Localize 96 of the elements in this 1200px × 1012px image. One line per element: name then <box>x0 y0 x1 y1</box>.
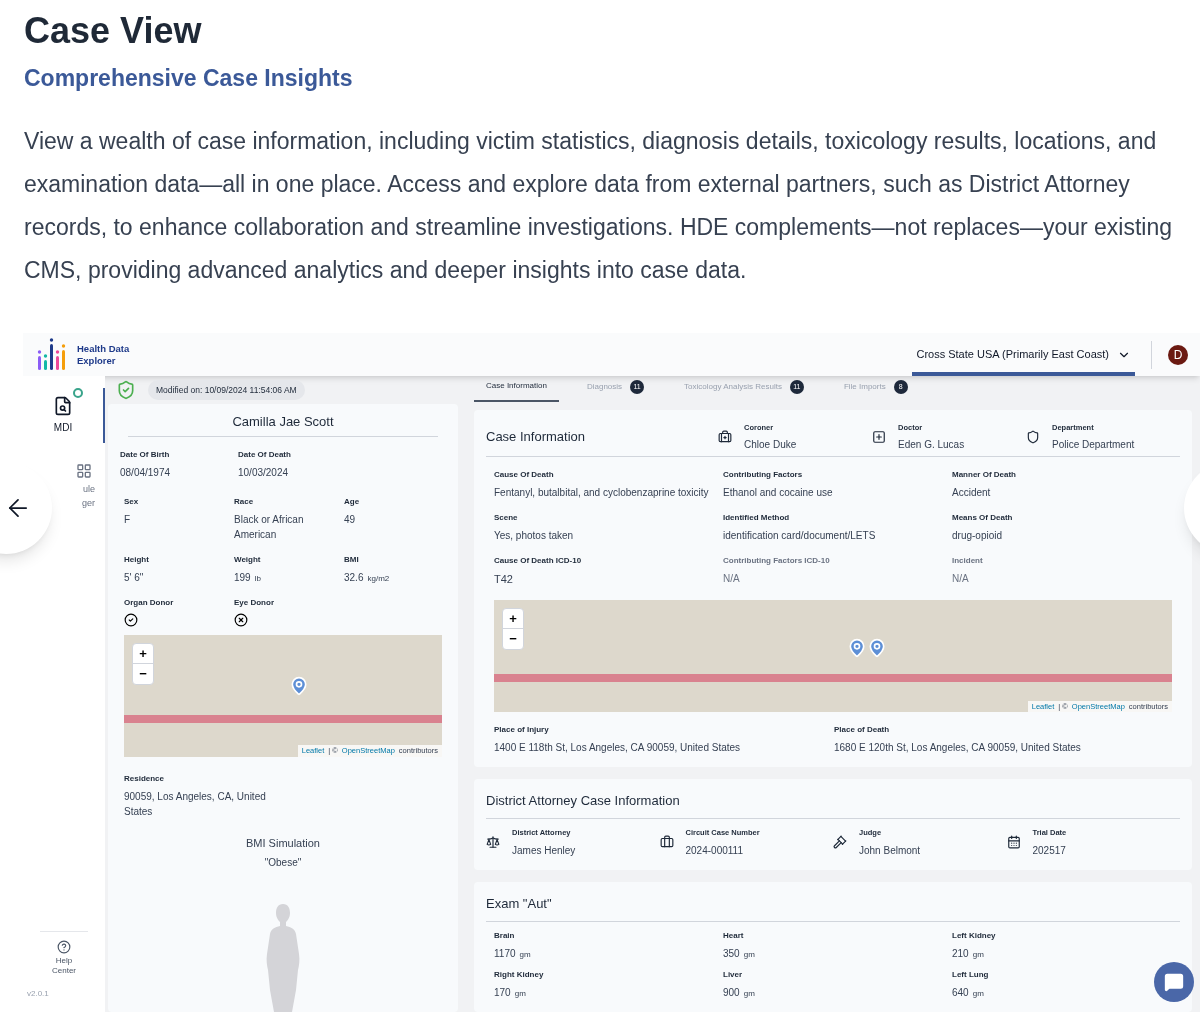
user-avatar[interactable]: D <box>1168 344 1188 365</box>
field-value: Yes, photos taken <box>494 529 575 544</box>
field-value: Police Department <box>1052 438 1135 453</box>
zoom-in-button[interactable]: + <box>133 643 153 664</box>
field-label: Contributing Factors <box>723 469 804 482</box>
field-label: Identified Method <box>723 512 791 525</box>
help-center-button[interactable]: Help Center <box>40 931 88 976</box>
field-value: Eden G. Lucas <box>898 438 965 453</box>
field-label: Manner Of Death <box>952 469 1017 482</box>
sidebar-item[interactable]: ule ger <box>70 455 98 518</box>
sidebar-item[interactable]: MDI <box>23 388 105 443</box>
medical-bag-icon <box>718 430 732 445</box>
card-title: District Attorney Case Information <box>486 790 1180 820</box>
grid-icon <box>76 463 92 479</box>
field-label: Place of Death <box>834 723 891 736</box>
zoom-out-button[interactable]: − <box>503 628 523 649</box>
field-value: 08/04/1974 <box>120 465 172 480</box>
field-value: 1680 E 120th St, Los Angeles, CA 90059, United States <box>834 740 1082 755</box>
field-value: 350 gm <box>723 947 756 961</box>
field-label: Date Of Death <box>238 448 292 461</box>
shield-icon <box>1026 430 1040 445</box>
briefcase-icon <box>659 835 674 850</box>
intro-paragraph: View a wealth of case information, including victim statistics, diagnosis details, toxicology results, locations, and examination data—all in one place. Access and explore data from external partners, such as District Attorney records, to enhance collaboration and streamline investigations. HDE complements—not replaces—your existing CMS, providing advanced analytics and deeper insights into case data. <box>24 126 1174 285</box>
field-label: Height <box>124 553 150 566</box>
field-value: drug-opioid <box>952 529 1004 544</box>
field-value: Black or African American <box>234 512 305 542</box>
field-value: John Belmont <box>859 843 921 858</box>
shield-check-icon <box>116 380 136 400</box>
gavel-icon <box>833 835 847 850</box>
field-value: 49 <box>344 512 357 527</box>
field-label: Weight <box>234 553 262 566</box>
field-label: Brain <box>494 930 516 942</box>
field-value: 900 gm <box>723 986 756 1000</box>
field-label: Cause Of Death <box>494 469 555 482</box>
modified-chip: Modified on: 10/09/2024 11:54:06 AM <box>148 379 305 401</box>
field-value: 199 lb <box>234 570 262 585</box>
zoom-out-button[interactable]: − <box>133 663 153 684</box>
field-value: 5' 6" <box>124 570 145 585</box>
field-value: 10/03/2024 <box>238 465 290 480</box>
field-value: 1170 gm <box>494 947 532 961</box>
search-document-icon <box>53 396 73 416</box>
bmi-title: BMI Simulation <box>245 835 321 851</box>
field-label: Race <box>234 495 255 508</box>
person-name: Camilla Jae Scott <box>128 412 438 437</box>
field-value: identification card/document/LETS <box>723 529 877 544</box>
plus-square-icon <box>872 430 886 445</box>
field-label: Age <box>344 495 361 508</box>
field-value: 2024-000111 <box>685 843 744 858</box>
field-label: Contributing Factors ICD-10 <box>723 555 831 568</box>
field-label: Means Of Death <box>952 512 1014 525</box>
field-label: Incident <box>952 555 984 568</box>
field-value: 202517 <box>1032 843 1067 858</box>
field-value: T42 <box>494 572 514 588</box>
field-value: Ethanol and cocaine use <box>723 486 834 501</box>
field-value: F <box>124 512 132 527</box>
field-value: 32.6 kg/m2 <box>344 570 391 585</box>
zoom-in-button[interactable]: + <box>503 608 523 629</box>
field-label: Right Kidney <box>494 969 545 981</box>
field-value: N/A <box>952 572 970 587</box>
chat-icon <box>1164 972 1184 992</box>
field-value: Chloe Duke <box>744 438 797 453</box>
card-title: Exam "Aut" <box>486 893 1180 922</box>
field-label: Heart <box>723 930 745 942</box>
field-label: Place of Injury <box>494 723 550 736</box>
help-icon <box>57 940 71 954</box>
field-label: Eye Donor <box>234 596 275 609</box>
status-ring-icon <box>73 388 83 398</box>
field-value: James Henley <box>512 843 576 858</box>
field-label: Left Kidney <box>952 930 997 942</box>
field-label: Cause Of Death ICD-10 <box>494 555 583 568</box>
field-label: Date Of Birth <box>120 448 171 461</box>
app-name: Health Data Explorer <box>77 342 131 367</box>
field-label: Organ Donor <box>124 596 175 609</box>
version-label: v2.0.1 <box>27 988 49 1000</box>
field-value: 210 gm <box>952 947 985 961</box>
bmi-class: "Obese" <box>263 856 303 870</box>
field-label: Scene <box>494 512 519 525</box>
field-value: 90059, Los Angeles, CA, United States <box>124 789 267 819</box>
field-label: Sex <box>124 495 140 508</box>
field-value: 640 gm <box>952 986 985 1000</box>
page-subtitle: Comprehensive Case Insights <box>24 64 354 93</box>
field-label: Left Lung <box>952 969 990 981</box>
field-label: BMI <box>344 553 360 566</box>
field-value: Fentanyl, butalbital, and cyclobenzaprine toxicity <box>494 486 710 501</box>
field-label: Liver <box>723 969 744 981</box>
page-title: Case View <box>24 9 203 53</box>
field-label: Residence <box>124 772 166 785</box>
calendar-icon <box>1006 835 1021 850</box>
tab[interactable]: Case Information <box>474 380 559 402</box>
region-select[interactable]: Cross State USA (Primarily East Coast) <box>912 333 1135 376</box>
field-value: N/A <box>723 572 741 587</box>
field-value: 170 gm <box>494 986 527 1000</box>
field-value: 1400 E 118th St, Los Angeles, CA 90059, United States <box>494 740 742 755</box>
card-title: Case Information <box>486 428 586 447</box>
scale-icon <box>486 835 500 850</box>
field-value: Accident <box>952 486 992 501</box>
